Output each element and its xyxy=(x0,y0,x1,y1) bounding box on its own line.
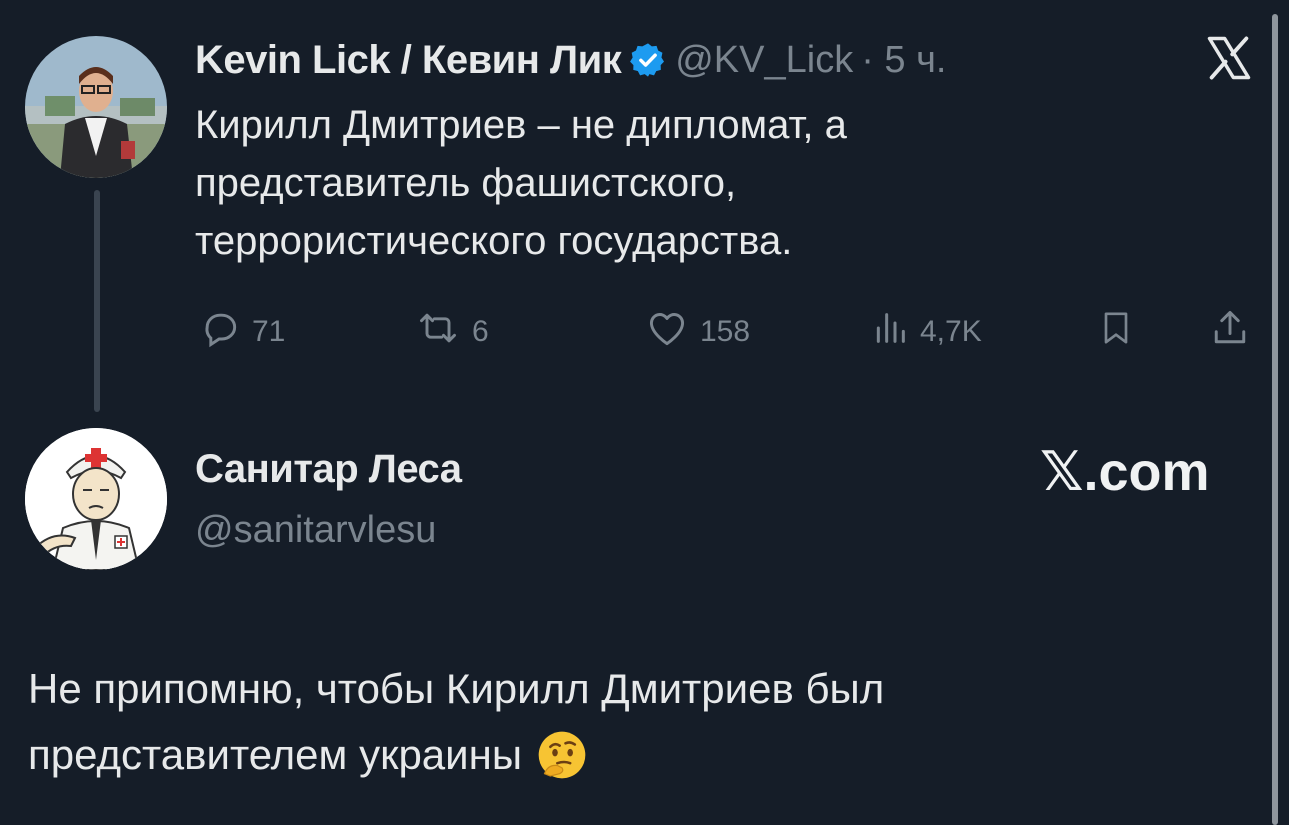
reply-text-line: представителем украины xyxy=(28,731,523,778)
reply-text-line: Не припомню, чтобы Кирилл Дмитриев был xyxy=(28,665,885,712)
avatar-sanitar-lesa[interactable] xyxy=(25,428,167,570)
x-com-brand: 𝕏.com xyxy=(1040,442,1210,502)
reply-text-line-2: представителем украины xyxy=(28,722,1248,788)
repost-button[interactable]: 6 xyxy=(414,306,489,358)
tweet-text-line: представитель фашистского, xyxy=(195,161,737,205)
repost-icon xyxy=(414,306,462,358)
author-name[interactable]: Kevin Lick / Кевин Лик xyxy=(195,38,622,83)
reply-icon xyxy=(198,306,242,358)
thinking-face-emoji-icon xyxy=(534,727,590,783)
x-logo-icon[interactable] xyxy=(1203,32,1255,89)
bookmark-button[interactable] xyxy=(1096,306,1136,358)
like-count: 158 xyxy=(700,315,751,348)
thread-connector-line xyxy=(94,190,100,412)
verified-badge-icon xyxy=(629,41,667,79)
reply-button[interactable]: 71 xyxy=(198,306,285,358)
reply-author-name[interactable]: Санитар Леса xyxy=(195,447,462,492)
scrollbar[interactable] xyxy=(1272,14,1278,825)
tweet-text-line: Кирилл Дмитриев – не дипломат, а xyxy=(195,103,847,147)
tweet-text-line: террористического государства. xyxy=(195,219,793,263)
views-icon xyxy=(870,306,910,358)
reply-text: Не припомню, чтобы Кирилл Дмитриев был п… xyxy=(28,656,1248,788)
reply-count: 71 xyxy=(252,315,286,348)
share-icon xyxy=(1208,306,1252,358)
share-button[interactable] xyxy=(1208,306,1252,358)
like-button[interactable]: 158 xyxy=(644,306,750,358)
tweet-time[interactable]: · 5 ч. xyxy=(861,39,946,82)
tweet-header: Kevin Lick / Кевин Лик @KV_Lick · 5 ч. xyxy=(195,34,946,86)
views-count: 4,7K xyxy=(920,315,982,348)
reply-author-handle[interactable]: @sanitarvlesu xyxy=(195,509,436,552)
avatar-kevin-lick[interactable] xyxy=(25,36,167,178)
author-handle[interactable]: @KV_Lick xyxy=(675,39,853,82)
views-button[interactable]: 4,7K xyxy=(870,306,982,358)
tweet-text: Кирилл Дмитриев – не дипломат, а предста… xyxy=(195,96,1195,270)
bookmark-icon xyxy=(1096,306,1136,358)
like-icon xyxy=(644,306,690,358)
repost-count: 6 xyxy=(472,315,489,348)
